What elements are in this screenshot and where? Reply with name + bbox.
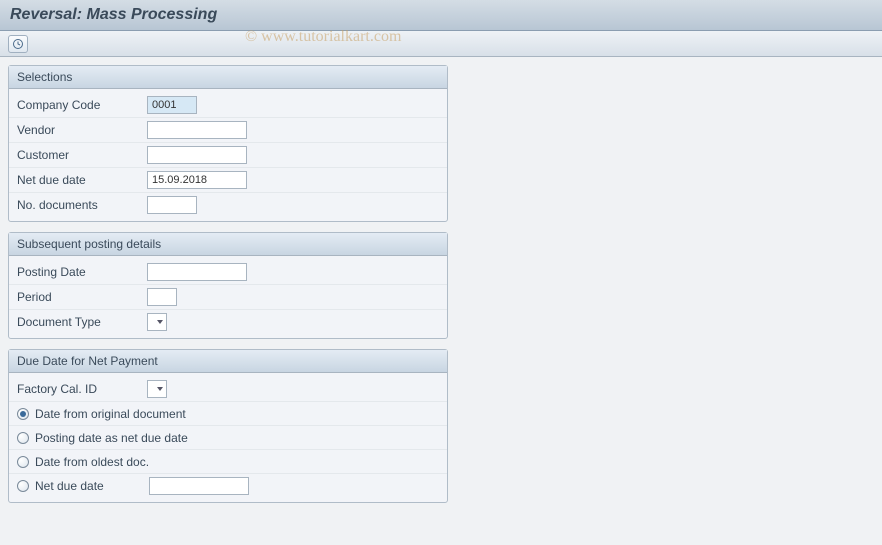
radio-oldest-doc[interactable] xyxy=(17,456,29,468)
radio-original-doc[interactable] xyxy=(17,408,29,420)
input-company-code[interactable] xyxy=(147,96,197,114)
row-factory-cal: Factory Cal. ID xyxy=(9,377,447,402)
input-net-due-option[interactable] xyxy=(149,477,249,495)
row-doc-type: Document Type xyxy=(9,310,447,334)
row-no-documents: No. documents xyxy=(9,193,447,217)
group-header-posting: Subsequent posting details xyxy=(9,233,447,256)
row-company-code: Company Code xyxy=(9,93,447,118)
label-company-code: Company Code xyxy=(17,98,147,112)
row-net-due-date: Net due date xyxy=(9,168,447,193)
radio-row-net-due[interactable]: Net due date xyxy=(9,474,447,498)
content-area: Selections Company Code Vendor Customer … xyxy=(0,57,882,521)
label-vendor: Vendor xyxy=(17,123,147,137)
group-posting: Subsequent posting details Posting Date … xyxy=(8,232,448,339)
label-doc-type: Document Type xyxy=(17,315,147,329)
execute-button[interactable] xyxy=(8,35,28,53)
group-due-date: Due Date for Net Payment Factory Cal. ID… xyxy=(8,349,448,503)
radio-row-posting-net[interactable]: Posting date as net due date xyxy=(9,426,447,450)
row-vendor: Vendor xyxy=(9,118,447,143)
toolbar xyxy=(0,31,882,57)
radio-posting-net[interactable] xyxy=(17,432,29,444)
radio-row-oldest-doc[interactable]: Date from oldest doc. xyxy=(9,450,447,474)
label-posting-date: Posting Date xyxy=(17,265,147,279)
row-posting-date: Posting Date xyxy=(9,260,447,285)
clock-execute-icon xyxy=(12,38,24,50)
input-period[interactable] xyxy=(147,288,177,306)
input-net-due-date[interactable] xyxy=(147,171,247,189)
label-net-due-date: Net due date xyxy=(17,173,147,187)
radio-net-due[interactable] xyxy=(17,480,29,492)
label-customer: Customer xyxy=(17,148,147,162)
page-title: Reversal: Mass Processing xyxy=(10,6,872,24)
group-header-selections: Selections xyxy=(9,66,447,89)
radio-row-original-doc[interactable]: Date from original document xyxy=(9,402,447,426)
row-customer: Customer xyxy=(9,143,447,168)
label-period: Period xyxy=(17,290,147,304)
input-no-documents[interactable] xyxy=(147,196,197,214)
group-selections: Selections Company Code Vendor Customer … xyxy=(8,65,448,222)
input-vendor[interactable] xyxy=(147,121,247,139)
input-doc-type-f4[interactable] xyxy=(147,313,167,331)
row-period: Period xyxy=(9,285,447,310)
group-header-due: Due Date for Net Payment xyxy=(9,350,447,373)
label-factory-cal: Factory Cal. ID xyxy=(17,382,147,396)
input-customer[interactable] xyxy=(147,146,247,164)
radio-label-posting-net: Posting date as net due date xyxy=(35,431,188,445)
radio-label-oldest-doc: Date from oldest doc. xyxy=(35,455,149,469)
radio-label-net-due: Net due date xyxy=(35,479,143,493)
input-factory-cal-f4[interactable] xyxy=(147,380,167,398)
radio-label-original-doc: Date from original document xyxy=(35,407,186,421)
title-bar: Reversal: Mass Processing xyxy=(0,0,882,31)
label-no-documents: No. documents xyxy=(17,198,147,212)
input-posting-date[interactable] xyxy=(147,263,247,281)
